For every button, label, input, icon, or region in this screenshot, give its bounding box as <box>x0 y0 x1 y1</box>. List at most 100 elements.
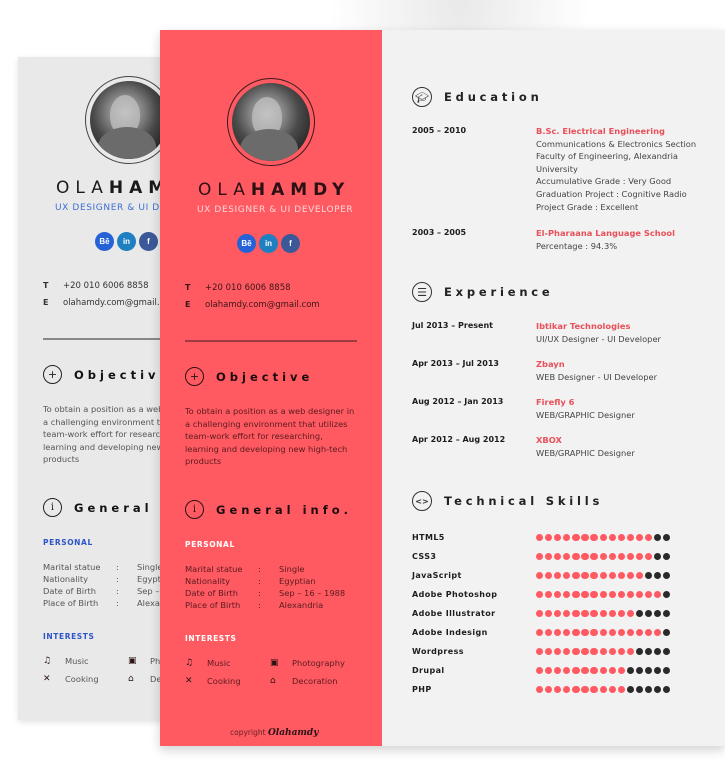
cooking-icon: ✕ <box>43 674 51 684</box>
email-row: E olahamdy.com@gmail.com <box>185 300 320 310</box>
rating-dot-filled <box>554 552 562 561</box>
rating-dot-filled <box>635 628 644 637</box>
rating-dot-filled <box>635 571 644 580</box>
interest-item: ⌂ Decoration <box>270 676 360 686</box>
skill-rating <box>536 647 671 656</box>
rating-dot-filled <box>608 552 616 561</box>
info-sep: : <box>258 588 261 598</box>
first-name: OLA <box>198 180 251 200</box>
info-key: Date of Birth <box>43 586 97 596</box>
rating-dot-filled <box>617 552 625 561</box>
rating-dot-filled <box>590 666 598 675</box>
skill-name: HTML5 <box>412 533 445 542</box>
entry-line: University <box>536 163 578 174</box>
interest-label: Decoration <box>292 676 338 686</box>
linkedin-icon[interactable]: in <box>259 234 278 253</box>
rating-dot-filled <box>590 685 598 694</box>
rating-dot-filled <box>599 533 607 542</box>
objective-title: Objective <box>216 369 314 384</box>
entry-row: Apr 2013 – Jul 2013 Zbayn WEB Designer - U… <box>412 358 657 383</box>
rating-dot-filled <box>554 666 562 675</box>
entry-body: XBOX WEB/GRAPHIC Designer <box>536 434 635 459</box>
rating-dot-filled <box>563 590 571 599</box>
behance-icon[interactable]: Bē <box>237 234 256 253</box>
contact-info: T +20 010 6006 8858 E olahamdy.com@gmail… <box>43 281 178 315</box>
rating-dot-filled <box>626 533 634 542</box>
copyright-prefix: copyright <box>230 728 266 737</box>
job-title: UX DESIGNER & UI DEVELOPER <box>197 205 354 215</box>
camera-icon: ▣ <box>270 658 279 668</box>
interests-label: INTERESTS <box>43 632 95 641</box>
skill-row: Drupal <box>412 661 671 680</box>
rating-dot-filled <box>572 571 580 580</box>
info-sep: : <box>116 562 119 572</box>
rating-dot-filled <box>644 552 653 561</box>
skill-row: PHP <box>412 680 671 699</box>
rating-dot-filled <box>545 590 553 599</box>
rating-dot-filled <box>644 628 653 637</box>
entry-line: WEB Designer - UI Developer <box>536 371 658 382</box>
rating-dot-filled <box>581 609 589 618</box>
rating-dot-empty <box>635 647 644 656</box>
front-sidebar: OLAHAMDY UX DESIGNER & UI DEVELOPER Bē i… <box>160 30 382 746</box>
rating-dot-filled <box>617 609 625 618</box>
rating-dot-filled <box>599 685 607 694</box>
rating-dot-filled <box>608 590 616 599</box>
info-row: Marital statue: Single <box>185 563 345 575</box>
rating-dot-filled <box>545 666 553 675</box>
behance-icon[interactable]: Bē <box>95 232 114 251</box>
rating-dot-filled <box>635 533 644 542</box>
rating-dot-filled <box>581 628 589 637</box>
rating-dot-filled <box>626 552 634 561</box>
rating-dot-filled <box>599 609 607 618</box>
plus-icon: + <box>185 367 204 386</box>
rating-dot-empty <box>654 609 662 618</box>
entry-line: Faculty of Engineering, Alexandria <box>536 151 678 162</box>
skill-name: Drupal <box>412 666 445 675</box>
rating-dot-empty <box>644 647 653 656</box>
rating-dot-filled <box>608 533 616 542</box>
rating-dot-filled <box>581 647 589 656</box>
objective-heading: + Objective <box>43 365 171 384</box>
experience-heading: ☰ Experience <box>412 282 554 302</box>
phone-label: T <box>43 281 49 290</box>
skill-name: Adobe Indesign <box>412 628 488 637</box>
facebook-icon[interactable]: f <box>139 232 158 251</box>
linkedin-icon[interactable]: in <box>117 232 136 251</box>
interest-label: Photography <box>292 658 345 668</box>
last-name: HAMDY <box>250 180 351 200</box>
rating-dot-filled <box>581 571 589 580</box>
rating-dot-filled <box>545 533 553 542</box>
rating-dot-filled <box>563 628 571 637</box>
interest-label: Cooking <box>65 674 99 684</box>
phone-value[interactable]: +20 010 6006 8858 <box>63 281 149 291</box>
skill-name: CSS3 <box>412 552 437 561</box>
rating-dot-empty <box>654 647 662 656</box>
email-value[interactable]: olahamdy.com@gmail.com <box>205 300 320 310</box>
entry-title: XBOX <box>536 435 562 445</box>
info-key: Marital statue <box>185 564 243 574</box>
rating-dot-filled <box>599 628 607 637</box>
skill-row: Adobe Indesign <box>412 623 671 642</box>
rating-dot-empty <box>644 571 653 580</box>
rating-dot-filled <box>581 533 589 542</box>
education-heading: 🎓︎ Education <box>412 87 543 107</box>
rating-dot-filled <box>554 590 562 599</box>
entry-line: Graduation Project : Cognitive Radio <box>536 188 687 199</box>
info-row: Date of Birth: Sep – 16 – 1988 <box>185 587 345 599</box>
entry-line: Accumulative Grade : Very Good <box>536 176 672 187</box>
rating-dot-filled <box>563 647 571 656</box>
general-info-title: General info. <box>216 502 353 517</box>
phone-value[interactable]: +20 010 6006 8858 <box>205 283 291 293</box>
facebook-icon[interactable]: f <box>281 234 300 253</box>
email-label: E <box>185 300 191 309</box>
rating-dot-filled <box>563 571 571 580</box>
rating-dot-filled <box>536 609 544 618</box>
main-panel: 🎓︎ Education 2005 – 2010 B.Sc. Electrical… <box>382 30 725 746</box>
home-icon: ⌂ <box>270 676 276 686</box>
info-value: Sep – 16 – 1988 <box>279 588 346 598</box>
entry-line: WEB/GRAPHIC Designer <box>536 409 635 420</box>
rating-dot-filled <box>572 685 580 694</box>
rating-dot-filled <box>590 647 598 656</box>
first-name: OLA <box>56 178 109 198</box>
